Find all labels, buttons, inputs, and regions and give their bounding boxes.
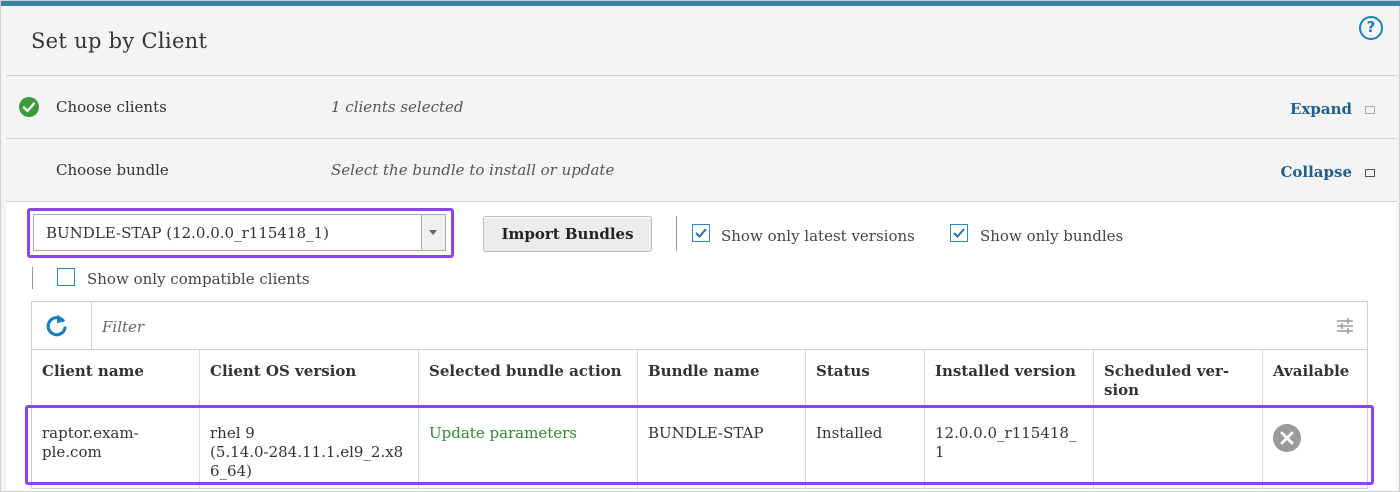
top-accent-bar [1, 1, 1400, 6]
select-highlight [27, 208, 454, 258]
column-header-scheduled-version[interactable]: Scheduled ver- sion [1094, 350, 1263, 406]
step-choose-bundle[interactable]: Choose bundle Select the bundle to insta… [6, 138, 1397, 201]
row-highlight [25, 405, 1374, 485]
import-bundles-button[interactable]: Import Bundles [483, 216, 652, 252]
table-header: Client name Client OS version Selected b… [32, 350, 1367, 406]
show-latest-checkbox[interactable] [692, 224, 710, 242]
expand-icon[interactable] [1365, 106, 1375, 114]
show-compatible-checkbox[interactable] [57, 268, 75, 286]
refresh-icon[interactable] [42, 311, 72, 341]
collapse-link[interactable]: Collapse [1280, 163, 1352, 181]
checkmark-icon [953, 228, 965, 238]
column-header-client-name[interactable]: Client name [32, 350, 200, 406]
column-header-available[interactable]: Available [1263, 350, 1367, 406]
show-latest-label: Show only latest versions [721, 227, 915, 245]
column-header-status[interactable]: Status [806, 350, 925, 406]
step-choose-clients[interactable]: Choose clients 1 clients selected Expand [6, 75, 1397, 138]
filter-bar: Filter [32, 302, 1367, 350]
step-clients-summary: 1 clients selected [331, 98, 464, 116]
options-divider [32, 267, 33, 289]
column-settings-icon[interactable] [1335, 316, 1355, 336]
column-header-bundle-name[interactable]: Bundle name [638, 350, 806, 406]
step-bundle-summary: Select the bundle to install or update [331, 161, 615, 179]
page-title: Set up by Client [31, 29, 208, 53]
checkmark-icon [695, 228, 707, 238]
step-clients-label: Choose clients [56, 98, 167, 116]
show-compatible-label: Show only compatible clients [87, 270, 310, 288]
step-bundle-label: Choose bundle [56, 161, 169, 179]
filter-input[interactable]: Filter [102, 318, 144, 336]
expand-link[interactable]: Expand [1290, 100, 1352, 118]
toolbar-divider [676, 216, 677, 251]
collapse-icon[interactable] [1365, 169, 1375, 177]
column-header-bundle-action[interactable]: Selected bundle action [419, 350, 638, 406]
setup-panel: Set up by Client ? Choose clients 1 clie… [0, 0, 1400, 492]
show-bundles-checkbox[interactable] [950, 224, 968, 242]
column-header-os-version[interactable]: Client OS version [200, 350, 419, 406]
show-bundles-label: Show only bundles [980, 227, 1124, 245]
check-circle-icon [19, 97, 39, 117]
column-header-installed-version[interactable]: Installed version [925, 350, 1094, 406]
help-icon[interactable]: ? [1359, 16, 1383, 40]
filter-divider [91, 302, 92, 350]
